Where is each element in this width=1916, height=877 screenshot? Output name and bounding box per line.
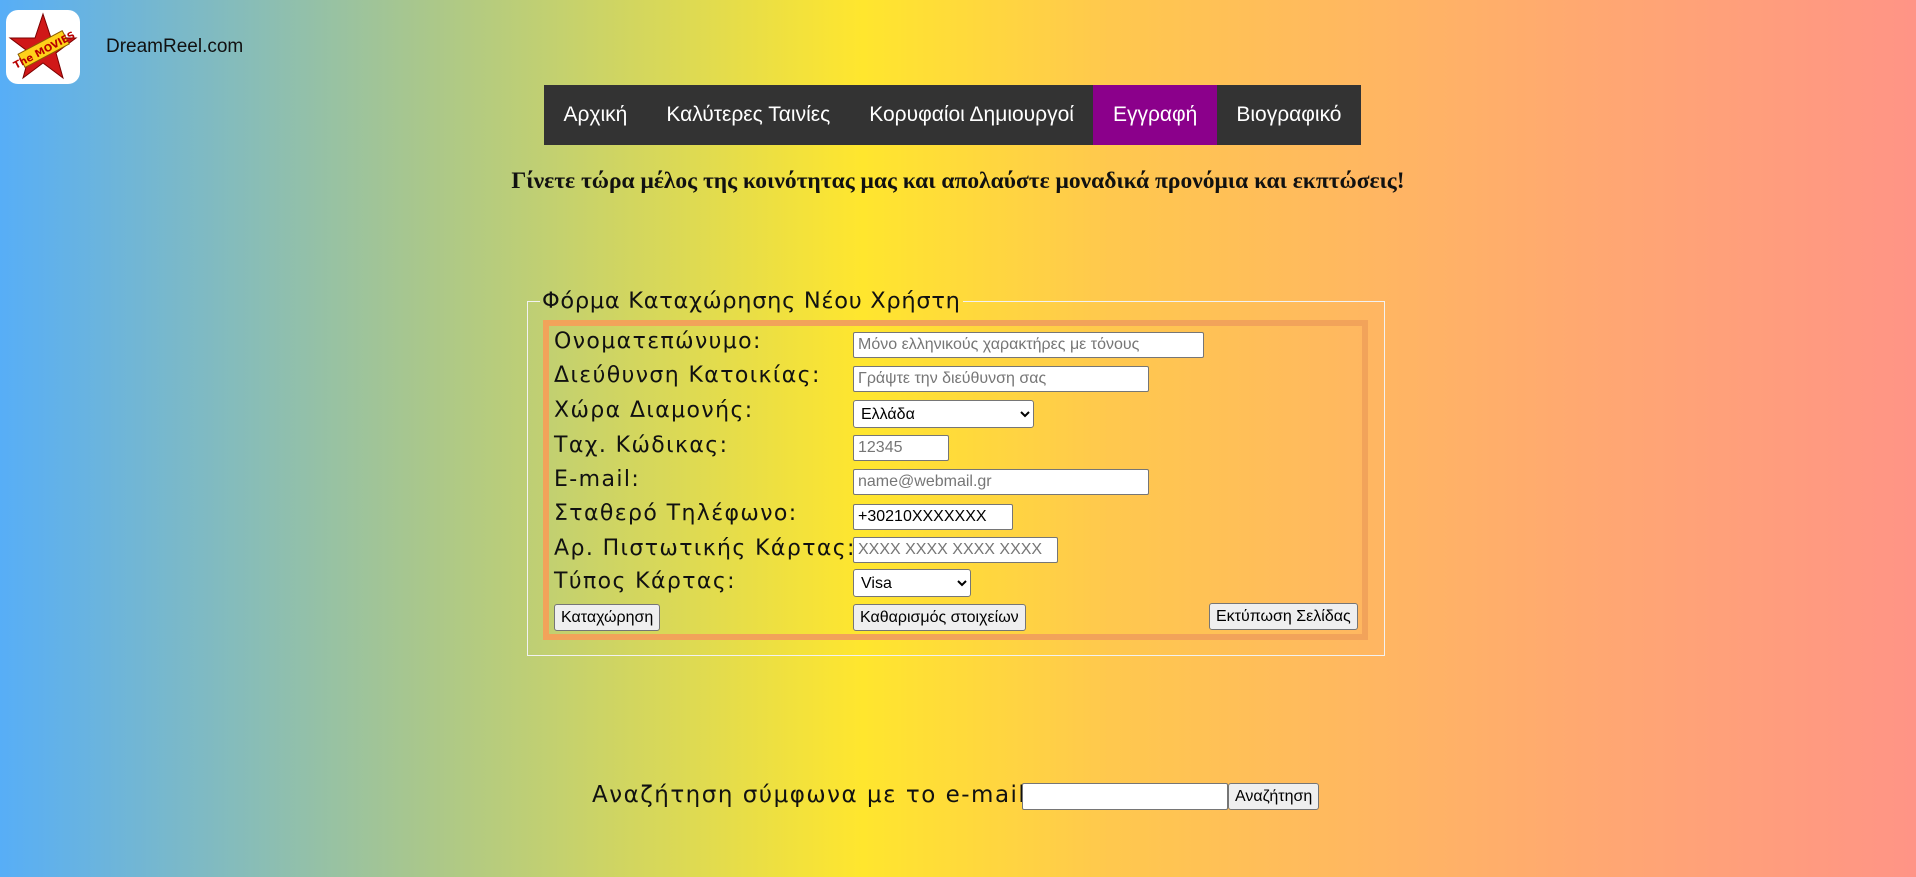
nav-item-resume[interactable]: Βιογραφικό (1217, 85, 1361, 145)
fullname-label: Ονοματεπώνυμο: (554, 329, 762, 354)
page-tagline: Γίνετε τώρα μέλος της κοινότητας μας και… (511, 168, 1405, 194)
fullname-input[interactable] (853, 332, 1204, 358)
main-nav: Αρχική Καλύτερες Ταινίες Κορυφαίοι Δημιο… (544, 85, 1361, 145)
phone-input[interactable] (853, 504, 1013, 530)
zip-input[interactable] (853, 435, 949, 461)
address-label: Διεύθυνση Κατοικίας: (554, 363, 821, 388)
site-logo[interactable]: The MOVIES (6, 10, 80, 84)
country-label: Χώρα Διαμονής: (554, 398, 754, 423)
card-type-select[interactable]: Visa (853, 569, 971, 597)
reset-button[interactable]: Καθαρισμός στοιχείων (853, 604, 1026, 631)
form-legend: Φόρμα Καταχώρησης Νέου Χρήστη (542, 288, 961, 314)
search-email-input[interactable] (1022, 783, 1228, 810)
nav-item-best-movies[interactable]: Καλύτερες Ταινίες (647, 85, 850, 145)
address-input[interactable] (853, 366, 1149, 392)
search-email-label: Αναζήτηση σύμφωνα με το e-mail: (592, 782, 1036, 808)
phone-label: Σταθερό Τηλέφωνο: (554, 501, 798, 526)
search-button[interactable]: Αναζήτηση (1228, 783, 1320, 810)
site-name: DreamReel.com (106, 36, 244, 57)
nav-item-register[interactable]: Εγγραφή (1093, 85, 1217, 145)
nav-item-top-creators[interactable]: Κορυφαίοι Δημιουργοί (850, 85, 1094, 145)
movies-star-logo-icon: The MOVIES (8, 12, 78, 80)
email-label: E-mail: (554, 467, 641, 492)
print-page-button[interactable]: Εκτύπωση Σελίδας (1209, 603, 1358, 630)
nav-item-home[interactable]: Αρχική (544, 85, 647, 145)
card-number-input[interactable] (853, 537, 1058, 563)
submit-button[interactable]: Καταχώρηση (554, 604, 661, 631)
card-number-label: Αρ. Πιστωτικής Κάρτας: (554, 536, 856, 561)
country-select[interactable]: Ελλάδα (853, 400, 1034, 428)
card-type-label: Τύπος Κάρτας: (554, 569, 736, 594)
zip-label: Ταχ. Κώδικας: (554, 433, 729, 458)
email-input[interactable] (853, 469, 1149, 495)
